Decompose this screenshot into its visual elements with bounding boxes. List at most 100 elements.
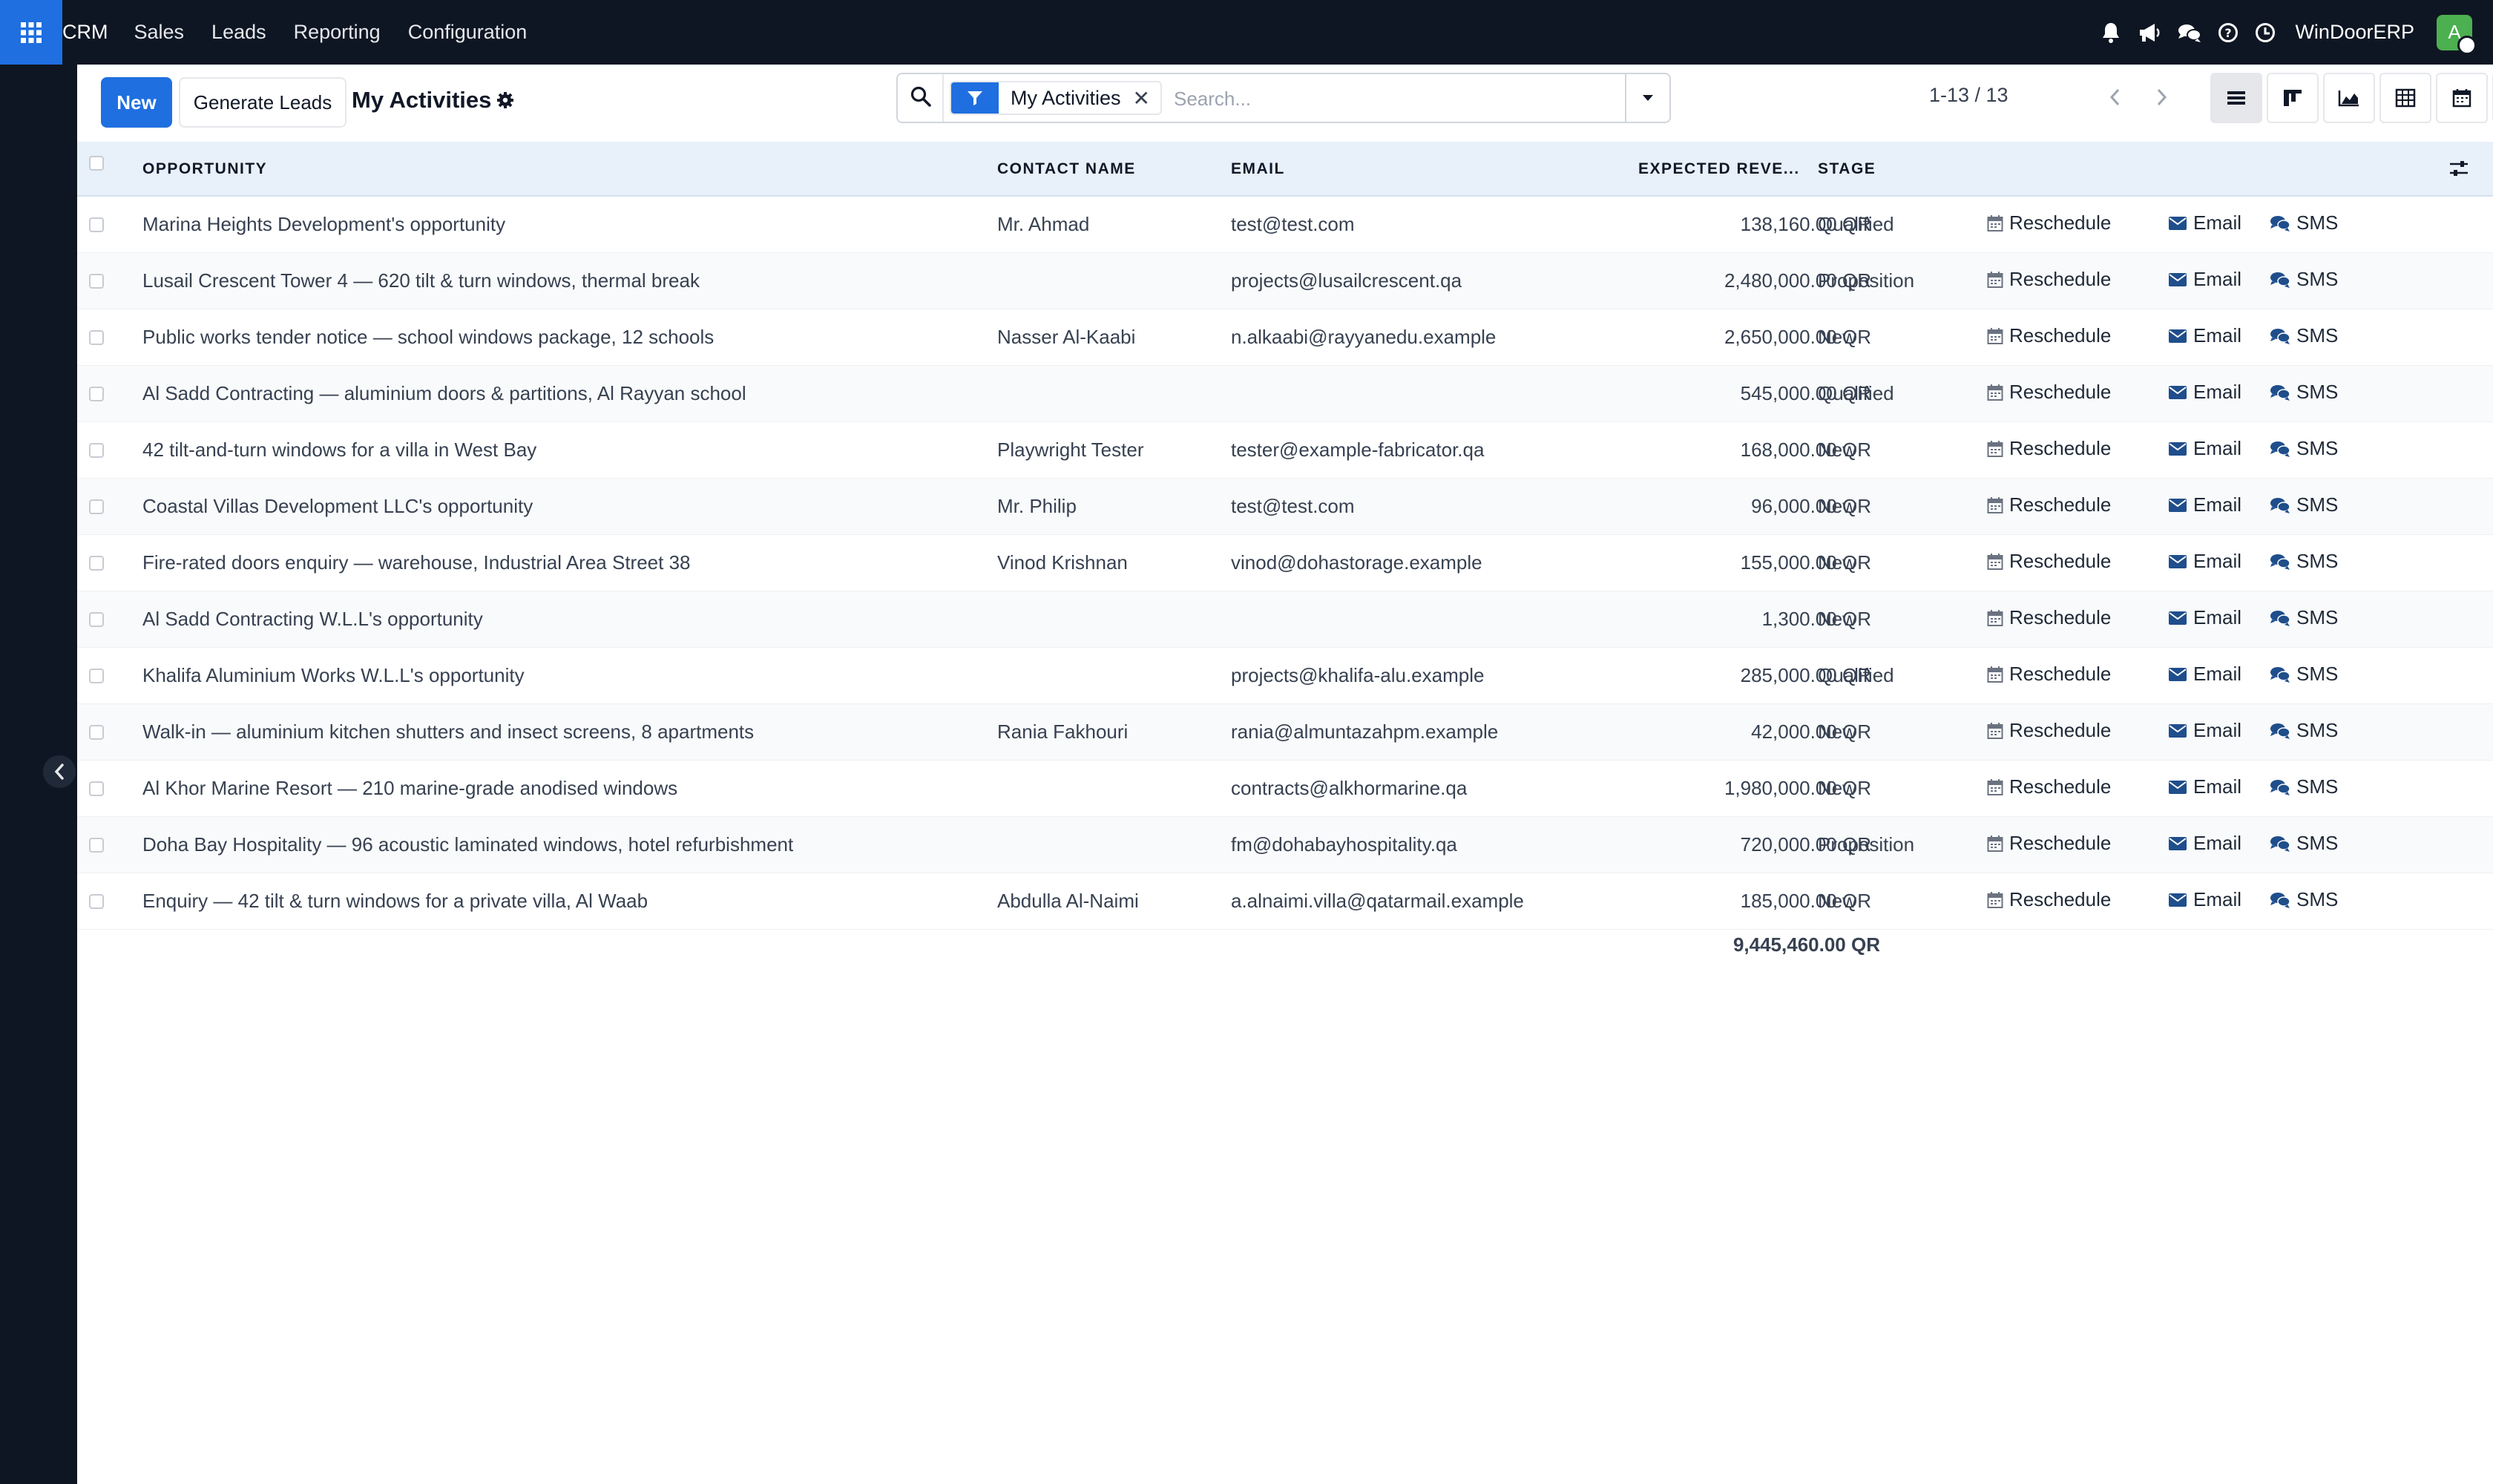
cell-stage[interactable]: New <box>1818 495 1856 518</box>
reschedule-button[interactable]: Reschedule <box>1987 663 2111 686</box>
view-calendar-button[interactable] <box>2436 73 2488 123</box>
pager-value[interactable]: 1-13 / 13 <box>1929 84 2008 107</box>
sms-button[interactable]: SMS <box>2270 381 2338 404</box>
table-row[interactable]: Doha Bay Hospitality — 96 acoustic lamin… <box>77 817 2493 873</box>
table-row[interactable]: Al Sadd Contracting W.L.L's opportunity 1… <box>77 591 2493 648</box>
cell-email[interactable]: tester@example-fabricator.qa <box>1231 439 1484 462</box>
cell-stage[interactable]: Qualified <box>1818 664 1894 687</box>
table-row[interactable]: Khalifa Aluminium Works W.L.L's opportun… <box>77 648 2493 704</box>
user-avatar[interactable]: A <box>2437 14 2477 55</box>
column-header-email[interactable]: EMAIL <box>1231 160 1285 178</box>
sms-button[interactable]: SMS <box>2270 663 2338 686</box>
search-input[interactable] <box>1172 85 1576 113</box>
reschedule-button[interactable]: Reschedule <box>1987 719 2111 742</box>
menu-sales[interactable]: Sales <box>134 21 185 44</box>
row-checkbox[interactable] <box>89 556 104 571</box>
email-button[interactable]: Email <box>2168 832 2241 855</box>
sms-button[interactable]: SMS <box>2270 493 2338 516</box>
table-row[interactable]: 42 tilt-and-turn windows for a villa in … <box>77 422 2493 479</box>
email-button[interactable]: Email <box>2168 268 2241 291</box>
cell-opportunity[interactable]: Lusail Crescent Tower 4 — 620 tilt & tur… <box>142 269 700 292</box>
sms-button[interactable]: SMS <box>2270 832 2338 855</box>
cell-opportunity[interactable]: 42 tilt-and-turn windows for a villa in … <box>142 439 536 462</box>
cell-opportunity[interactable]: Khalifa Aluminium Works W.L.L's opportun… <box>142 664 525 687</box>
cell-email[interactable]: test@test.com <box>1231 213 1355 236</box>
row-checkbox[interactable] <box>89 443 104 458</box>
search-icon[interactable] <box>910 85 932 111</box>
cell-stage[interactable]: Qualified <box>1818 213 1894 236</box>
view-kanban-button[interactable] <box>2267 73 2319 123</box>
email-button[interactable]: Email <box>2168 775 2241 798</box>
row-checkbox[interactable] <box>89 217 104 232</box>
email-button[interactable]: Email <box>2168 437 2241 460</box>
cell-opportunity[interactable]: Public works tender notice — school wind… <box>142 326 714 349</box>
cell-stage[interactable]: New <box>1818 439 1856 462</box>
cell-opportunity[interactable]: Marina Heights Development's opportunity <box>142 213 505 236</box>
pager-previous-button[interactable] <box>2092 75 2137 119</box>
sms-button[interactable]: SMS <box>2270 775 2338 798</box>
cell-contact[interactable]: Mr. Philip <box>997 495 1077 518</box>
cell-stage[interactable]: Proposition <box>1818 269 1914 292</box>
row-checkbox[interactable] <box>89 274 104 289</box>
email-button[interactable]: Email <box>2168 550 2241 573</box>
cell-email[interactable]: vinod@dohastorage.example <box>1231 551 1482 574</box>
row-checkbox[interactable] <box>89 499 104 514</box>
cell-email[interactable]: a.alnaimi.villa@qatarmail.example <box>1231 890 1524 913</box>
cell-opportunity[interactable]: Fire-rated doors enquiry — warehouse, In… <box>142 551 691 574</box>
view-pivot-button[interactable] <box>2379 73 2431 123</box>
email-button[interactable]: Email <box>2168 888 2241 911</box>
cell-contact[interactable]: Rania Fakhouri <box>997 720 1128 743</box>
cell-contact[interactable]: Nasser Al-Kaabi <box>997 326 1135 349</box>
cell-stage[interactable]: Proposition <box>1818 833 1914 856</box>
cell-email[interactable]: projects@lusailcrescent.qa <box>1231 269 1462 292</box>
column-header-opportunity[interactable]: OPPORTUNITY <box>142 160 267 178</box>
cell-stage[interactable]: New <box>1818 777 1856 800</box>
reschedule-button[interactable]: Reschedule <box>1987 324 2111 347</box>
cell-stage[interactable]: Qualified <box>1818 382 1894 405</box>
chat-bubbles-icon[interactable] <box>2178 22 2202 43</box>
view-graph-button[interactable] <box>2323 73 2375 123</box>
row-checkbox[interactable] <box>89 387 104 401</box>
email-button[interactable]: Email <box>2168 211 2241 234</box>
optional-columns-icon[interactable] <box>2448 158 2469 183</box>
cell-opportunity[interactable]: Walk-in — aluminium kitchen shutters and… <box>142 720 754 743</box>
reschedule-button[interactable]: Reschedule <box>1987 832 2111 855</box>
clock-icon[interactable] <box>2255 22 2276 43</box>
remove-filter-icon[interactable]: ✕ <box>1133 86 1160 111</box>
email-button[interactable]: Email <box>2168 493 2241 516</box>
reschedule-button[interactable]: Reschedule <box>1987 888 2111 911</box>
table-row[interactable]: Lusail Crescent Tower 4 — 620 tilt & tur… <box>77 253 2493 309</box>
row-checkbox[interactable] <box>89 330 104 345</box>
row-checkbox[interactable] <box>89 669 104 683</box>
reschedule-button[interactable]: Reschedule <box>1987 606 2111 629</box>
company-switcher[interactable]: WinDoorERP <box>2295 21 2414 44</box>
cell-stage[interactable]: New <box>1818 608 1856 631</box>
menu-reporting[interactable]: Reporting <box>294 21 381 44</box>
table-row[interactable]: Al Sadd Contracting — aluminium doors & … <box>77 366 2493 422</box>
menu-leads[interactable]: Leads <box>211 21 266 44</box>
column-header-contact[interactable]: CONTACT NAME <box>997 160 1136 178</box>
reschedule-button[interactable]: Reschedule <box>1987 775 2111 798</box>
cell-opportunity[interactable]: Al Sadd Contracting — aluminium doors & … <box>142 382 746 405</box>
cell-opportunity[interactable]: Doha Bay Hospitality — 96 acoustic lamin… <box>142 833 793 856</box>
table-row[interactable]: Marina Heights Development's opportunity… <box>77 197 2493 253</box>
reschedule-button[interactable]: Reschedule <box>1987 211 2111 234</box>
cell-stage[interactable]: New <box>1818 720 1856 743</box>
new-button[interactable]: New <box>101 77 172 128</box>
sms-button[interactable]: SMS <box>2270 888 2338 911</box>
menu-configuration[interactable]: Configuration <box>408 21 528 44</box>
row-checkbox[interactable] <box>89 612 104 627</box>
cell-stage[interactable]: New <box>1818 551 1856 574</box>
cell-contact[interactable]: Mr. Ahmad <box>997 213 1089 236</box>
row-checkbox[interactable] <box>89 894 104 909</box>
cell-opportunity[interactable]: Enquiry — 42 tilt & turn windows for a p… <box>142 890 648 913</box>
megaphone-icon[interactable] <box>2138 22 2161 43</box>
table-row[interactable]: Coastal Villas Development LLC's opportu… <box>77 479 2493 535</box>
row-checkbox[interactable] <box>89 781 104 796</box>
email-button[interactable]: Email <box>2168 719 2241 742</box>
cell-contact[interactable]: Abdulla Al-Naimi <box>997 890 1139 913</box>
reschedule-button[interactable]: Reschedule <box>1987 268 2111 291</box>
collapse-sidebar-button[interactable] <box>43 755 76 788</box>
cell-email[interactable]: test@test.com <box>1231 495 1355 518</box>
sms-button[interactable]: SMS <box>2270 719 2338 742</box>
